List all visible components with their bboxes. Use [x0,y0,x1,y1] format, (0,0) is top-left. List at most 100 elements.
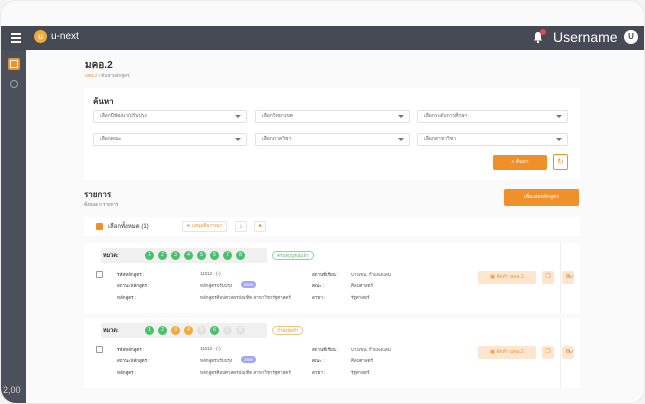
place-label: สถานที่เรียน : [312,272,339,277]
semester-dot-7[interactable]: 7 [223,251,232,260]
create-mko2-label: จัดทำ มคอ.2 [496,274,524,280]
year-pill: 2565 [241,281,256,288]
semester-dot-8[interactable]: 8 [236,251,245,260]
semester-dot-3[interactable]: 3 [171,326,180,335]
sidebar-item-document[interactable] [8,78,20,90]
logo-text: u-next [51,31,79,42]
select-value: เลือกสาขาวิชา [424,136,456,142]
filter-campus-select[interactable]: เลือกวิทยาเขต [255,110,410,123]
bulk-toolbar: เลือกทั้งหมด (1) ➤ เสนอพิจารณา ⤓ ■ [84,217,580,236]
semester-dot-4[interactable]: 4 [184,251,193,260]
filter-year-select[interactable]: เลือกปีพัฒนา/ปรับปรุง [93,110,247,123]
place-label: สถานที่เรียน : [312,347,339,352]
faculty-label: คณะ : [312,283,325,288]
username-label[interactable]: Username [553,29,618,45]
breadcrumb-separator: / [98,73,100,78]
breadcrumb: มคอ.2 / ค้นหาหลักสูตร [85,72,129,79]
semester-dot-4[interactable]: 4 [184,326,193,335]
filter-level-select[interactable]: เลือกระดับการศึกษา [417,110,568,123]
app-logo[interactable]: u u-next [34,30,79,43]
faculty-value: ศิลปศาสตร์ [351,283,373,288]
place-value: บางเขน, กำแพงแสน [351,272,391,277]
place-value: บางเขน, กำแพงแสน [351,347,391,352]
search-icon: ⌕ [511,159,515,165]
download-icon[interactable]: ⤓ [235,221,247,232]
card-divider [560,318,561,388]
chevron-down-icon[interactable]: ⌵ [568,348,573,356]
main-content: มคอ.2 มคอ.2 / ค้นหาหลักสูตร ค้นหา เลือกป… [26,50,644,403]
semester-dot-5[interactable]: 5 [197,326,206,335]
year-pill: 2565 [241,356,256,363]
grid-icon [10,60,18,68]
select-all-checkbox[interactable] [96,223,103,230]
state-value: หลักสูตรปรับปรุง [200,358,233,363]
sidebar-corner-text: 2,00 [3,385,21,395]
list-title: รายการ [84,190,112,199]
code-value: 11012 - (-) [200,271,221,276]
chevron-down-icon[interactable]: ⌵ [568,273,573,281]
search-panel: ค้นหา เลือกปีพัฒนา/ปรับปรุง เลือกวิทยาเข… [84,88,580,180]
notification-badge [540,29,546,35]
refresh-icon[interactable]: ↻ [553,154,568,170]
sidebar [1,50,26,403]
breadcrumb-item[interactable]: มคอ.2 [85,73,97,78]
semester-dot-2[interactable]: 2 [158,251,167,260]
sidebar-item-dashboard[interactable] [8,58,20,70]
copy-icon[interactable]: ❐ [542,271,554,284]
app-frame: u u-next Username U 2,00 มคอ.2 มคอ.2 / ค… [0,0,645,404]
status-badge: กำลังจัดทำ [272,326,304,335]
semester-dot-1[interactable]: 1 [145,251,154,260]
add-curriculum-button[interactable]: เพิ่มเล่มหลักสูตร [504,189,579,206]
card-divider [560,243,561,313]
semester-dot-7[interactable]: 7 [223,326,232,335]
faculty-label: คณะ : [312,358,325,363]
course-label: หลักสูตร : [117,370,137,375]
chevron-down-icon [398,138,404,141]
document-icon [10,80,18,88]
logo-badge: u [34,30,47,43]
semester-dot-6[interactable]: 6 [210,251,219,260]
create-mko2-button[interactable]: ▣ จัดทำ มคอ.2 [478,346,536,359]
filter-faculty-select[interactable]: เลือกคณะ [93,133,247,146]
briefcase-icon: ▣ [490,349,495,355]
chevron-down-icon [556,138,562,141]
status-badge: ครบสมบูรณ์แล้ว [272,251,314,260]
chevron-down-icon [556,115,562,118]
semester-label: หมวด: [103,328,119,334]
filter-department-select[interactable]: เลือกภาควิชา [255,133,410,146]
create-mko2-label: จัดทำ มคอ.2 [496,349,524,355]
branch-label: สาขา : [312,295,326,300]
send-icon: ➤ [186,223,191,229]
state-value: หลักสูตรปรับปรุง [200,283,233,288]
course-label: หลักสูตร : [117,295,137,300]
propose-button[interactable]: ➤ เสนอพิจารณา [182,221,227,232]
semester-dot-3[interactable]: 3 [171,251,180,260]
copy-icon[interactable]: ❐ [542,346,554,359]
propose-label: เสนอพิจารณา [192,223,223,229]
semester-dot-8[interactable]: 8 [236,326,245,335]
search-title: ค้นหา [93,97,114,106]
chevron-down-icon [235,138,241,141]
semester-dot-6[interactable]: 6 [210,326,219,335]
branch-value: รัฐศาสตร์ [351,295,370,300]
delete-icon[interactable]: ■ [254,221,266,232]
code-label: รหัสหลักสูตร : [117,347,145,352]
avatar[interactable]: U [624,30,638,44]
breadcrumb-item: ค้นหาหลักสูตร [101,73,130,78]
semester-dot-1[interactable]: 1 [145,326,154,335]
menu-icon[interactable] [11,33,21,43]
row-checkbox[interactable] [96,346,103,353]
select-value: เลือกปีพัฒนา/ปรับปรุง [100,113,147,119]
top-bar: u u-next Username U [1,26,644,50]
create-mko2-button[interactable]: ▣ จัดทำ มคอ.2 [478,271,536,284]
state-label: สถานะหลักสูตร : [117,358,150,363]
chevron-down-icon [235,115,241,118]
filter-major-select[interactable]: เลือกสาขาวิชา [417,133,568,146]
list-count: ทั้งหมด 0 รายการ [84,202,119,207]
search-button[interactable]: ⌕ ค้นหา [493,155,547,170]
semester-dot-5[interactable]: 5 [197,251,206,260]
semester-label: หมวด: [103,253,119,259]
semester-dot-2[interactable]: 2 [158,326,167,335]
row-checkbox[interactable] [96,271,103,278]
course-value: หลักสูตรศิลปศาสตรบัณฑิต สาขาวิชารัฐศาสตร… [200,295,291,300]
